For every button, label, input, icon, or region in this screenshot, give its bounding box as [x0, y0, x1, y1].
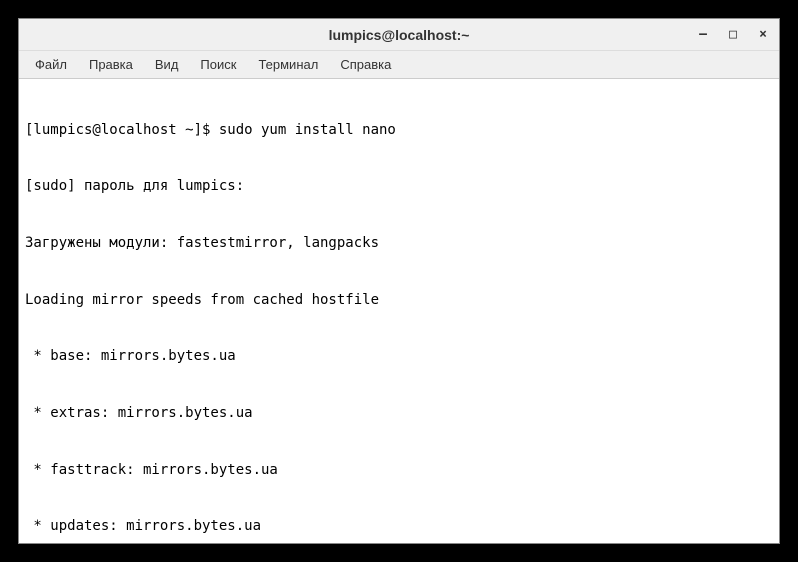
menu-terminal[interactable]: Терминал [248, 53, 328, 76]
titlebar: lumpics@localhost:~ – □ × [19, 19, 779, 51]
menu-file[interactable]: Файл [25, 53, 77, 76]
window-title: lumpics@localhost:~ [329, 27, 470, 43]
menubar: Файл Правка Вид Поиск Терминал Справка [19, 51, 779, 79]
maximize-button[interactable]: □ [725, 27, 741, 43]
menu-view[interactable]: Вид [145, 53, 189, 76]
terminal-line: * updates: mirrors.bytes.ua [25, 517, 773, 536]
terminal-line: [lumpics@localhost ~]$ sudo yum install … [25, 121, 773, 140]
terminal-output[interactable]: [lumpics@localhost ~]$ sudo yum install … [19, 79, 779, 543]
terminal-line: [sudo] пароль для lumpics: [25, 177, 773, 196]
window-controls: – □ × [695, 27, 771, 43]
close-button[interactable]: × [755, 27, 771, 43]
terminal-line: * fasttrack: mirrors.bytes.ua [25, 461, 773, 480]
terminal-line: Loading mirror speeds from cached hostfi… [25, 291, 773, 310]
terminal-line: Загружены модули: fastestmirror, langpac… [25, 234, 773, 253]
terminal-line: * base: mirrors.bytes.ua [25, 347, 773, 366]
menu-help[interactable]: Справка [330, 53, 401, 76]
terminal-window: lumpics@localhost:~ – □ × Файл Правка Ви… [18, 18, 780, 544]
terminal-line: * extras: mirrors.bytes.ua [25, 404, 773, 423]
menu-search[interactable]: Поиск [190, 53, 246, 76]
minimize-button[interactable]: – [695, 27, 711, 43]
menu-edit[interactable]: Правка [79, 53, 143, 76]
